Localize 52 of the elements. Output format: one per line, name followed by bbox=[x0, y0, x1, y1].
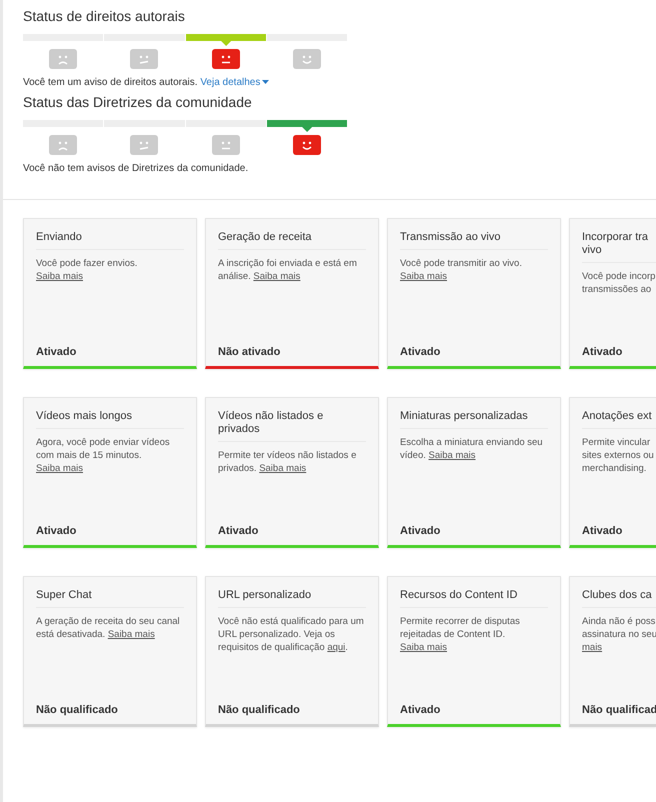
learn-more-link[interactable]: Saiba mais bbox=[36, 271, 83, 282]
learn-more-link[interactable]: Saiba mais bbox=[253, 271, 300, 282]
learn-more-link[interactable]: Saiba mais bbox=[400, 271, 447, 282]
learn-more-link[interactable]: mais bbox=[582, 641, 656, 654]
section-heading: Status de direitos autorais bbox=[23, 8, 186, 24]
feature-status: Não qualificad bbox=[582, 704, 656, 716]
learn-more-link[interactable]: aqui bbox=[327, 642, 346, 653]
feature-title: Anotações ext bbox=[582, 410, 656, 429]
feature-status: Ativado bbox=[582, 525, 624, 537]
status-message: Você tem um aviso de direitos autorais. bbox=[23, 77, 198, 88]
feature-status: Não qualificado bbox=[36, 704, 119, 716]
feature-description: Você pode incorp transmissões ao bbox=[582, 270, 656, 296]
feature-status: Ativado bbox=[36, 346, 78, 358]
feature-title: Recursos do Content ID bbox=[400, 589, 548, 608]
feature-description: A inscrição foi enviada e está em análise. Saiba mais bbox=[218, 257, 358, 283]
feature-status: Não ativado bbox=[218, 346, 282, 358]
feature-description: Escolha a miniatura enviando seu vídeo. Saiba mais bbox=[400, 436, 544, 462]
section-heading: Status das Diretrizes da comunidade bbox=[23, 94, 253, 110]
feature-description: Você não está qualificado para um URL personalizado. Veja os requisitos de qualificação aqui. bbox=[218, 615, 365, 654]
feature-title: Geração de receita bbox=[218, 231, 366, 250]
feature-status: Ativado bbox=[582, 346, 624, 358]
feature-status: Não qualificado bbox=[218, 704, 301, 716]
learn-more-link[interactable]: Saiba mais bbox=[428, 450, 476, 461]
feature-description: Permite ter vídeos não listados e privados. Saiba mais bbox=[218, 449, 358, 475]
feature-description: Ainda não é poss assinatura no seu mais bbox=[582, 615, 656, 654]
feature-title: Miniaturas personalizadas bbox=[400, 410, 548, 429]
learn-more-link[interactable]: Saiba mais bbox=[400, 642, 447, 653]
feature-status: Ativado bbox=[218, 525, 260, 537]
feature-status: Ativado bbox=[400, 704, 442, 716]
feature-description: Permite recorrer de disputas rejeitadas de Content ID. Saiba mais bbox=[400, 615, 521, 654]
feature-title: Vídeos não listados e privados bbox=[218, 410, 366, 442]
feature-title: Clubes dos ca bbox=[582, 589, 656, 608]
feature-title: Vídeos mais longos bbox=[36, 410, 184, 429]
caret-icon bbox=[262, 80, 270, 84]
feature-description: Você pode fazer envios. Saiba mais bbox=[36, 257, 138, 283]
learn-more-link[interactable]: Saiba mais bbox=[36, 463, 83, 474]
feature-title: Super Chat bbox=[36, 589, 184, 608]
feature-description: Permite vincular sites externos ou merchandising. bbox=[582, 436, 655, 475]
feature-description: Você pode transmitir ao vivo. Saiba mais bbox=[400, 257, 523, 283]
details-link[interactable]: Veja detalhes bbox=[200, 77, 270, 88]
learn-more-link[interactable]: Saiba mais bbox=[108, 629, 155, 640]
feature-title: Transmissão ao vivo bbox=[400, 231, 548, 250]
feature-status: Ativado bbox=[400, 525, 442, 537]
learn-more-link[interactable]: Saiba mais bbox=[259, 463, 306, 474]
feature-title: Incorporar tra vivo bbox=[582, 231, 656, 263]
feature-description: A geração de receita do seu canal está desativada. Saiba mais bbox=[36, 615, 181, 641]
feature-status: Ativado bbox=[36, 525, 78, 537]
status-message: Você não tem avisos de Diretrizes da comunidade. bbox=[23, 163, 248, 174]
feature-title: Enviando bbox=[36, 231, 184, 250]
feature-title: URL personalizado bbox=[218, 589, 366, 608]
feature-status: Ativado bbox=[400, 346, 442, 358]
feature-description: Agora, você pode enviar vídeos com mais de 15 minutos. Saiba mais bbox=[36, 436, 171, 475]
